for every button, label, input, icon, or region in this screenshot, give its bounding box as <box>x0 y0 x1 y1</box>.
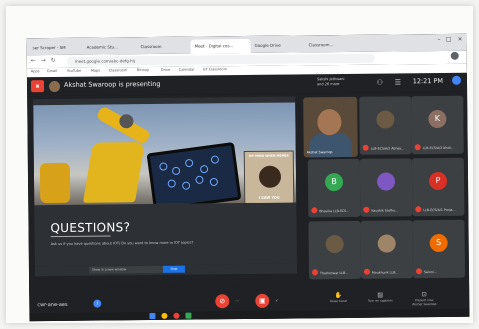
participant-tile[interactable]: K LLB-ECS/A/2 Kholi... <box>411 95 464 155</box>
url-input[interactable]: meet.google.com/abc-defg-hij <box>66 53 375 66</box>
participant-tile[interactable]: S Saloni... <box>412 219 466 279</box>
tile-name: Saloni... <box>423 270 437 275</box>
mic-off-icon <box>415 206 422 213</box>
slide-title: QUESTIONS? <box>50 220 131 236</box>
robot-icon <box>82 142 145 203</box>
tablet-icon <box>146 142 242 206</box>
avatar <box>376 172 396 191</box>
bookmark-item[interactable]: Calendar <box>179 68 195 72</box>
bookmark-item[interactable]: YouTube <box>67 69 81 73</box>
bookmark-item[interactable]: Classroom <box>109 68 127 72</box>
monitor-screen: ser Scraper - SM Academic Stu... Classro… <box>26 33 470 322</box>
participant-tile[interactable]: Kaushik Sadhu... <box>359 158 413 217</box>
folder-icon[interactable] <box>161 312 168 319</box>
chat-icon[interactable]: ☰ <box>395 78 401 86</box>
participant-tile[interactable]: B Bhavika LLB-ECS... <box>307 158 361 218</box>
chrome-icon[interactable] <box>173 312 180 319</box>
avatar <box>325 235 344 254</box>
photo-frame: ser Scraper - SM Academic Stu... Classro… <box>6 6 473 323</box>
browser-tab[interactable]: Google Drive <box>251 38 305 53</box>
back-icon[interactable]: ← <box>31 57 36 64</box>
presenting-icon: ▣ <box>30 80 45 93</box>
raise-hand-button[interactable]: ✋ Raise hand <box>323 292 353 303</box>
tile-name: LLB-ECS/A/1 Pooja... <box>423 207 456 213</box>
avatar <box>48 80 61 93</box>
account-icon[interactable] <box>451 75 462 85</box>
participant-summary: Sakshi Jethwani and 26 more <box>316 76 345 86</box>
tile-name: LLB-ECS/A/2 Kholi... <box>422 145 455 151</box>
slide-image: MY MIND WHEN MEMES I SAW YOU <box>33 102 297 206</box>
tile-name: Bhavika LLB-ECS... <box>319 208 350 214</box>
avatar: S <box>429 233 448 253</box>
mic-off-icon <box>362 144 369 151</box>
mic-off-button[interactable]: ⊘ <box>215 294 230 309</box>
people-icon[interactable]: ⚇ <box>377 79 383 87</box>
present-button[interactable]: ⊡ Present now Akshat Swaroop <box>409 291 439 306</box>
meeting-code: cwr-ane-aes <box>37 301 68 309</box>
tile-name: Moukhurik LLB... <box>371 270 399 275</box>
maximize-icon[interactable]: □ <box>446 36 452 43</box>
robot-joint-icon <box>119 114 134 129</box>
avatar <box>376 110 395 129</box>
more-options-icon[interactable]: ⋯ <box>235 298 239 303</box>
browser-tab[interactable]: Academic Stu... <box>83 40 137 55</box>
browser-tab[interactable]: ser Scraper - SM <box>29 41 83 56</box>
robot-icon <box>39 162 71 204</box>
bookmark-item[interactable]: Apps <box>31 69 40 73</box>
meme-caption-top: MY MIND WHEN MEMES <box>248 153 289 158</box>
hang-up-icon[interactable]: ✓ <box>275 298 278 303</box>
stop-presenting-button[interactable]: Stop <box>162 265 185 273</box>
browser-tab-active[interactable]: Meet - Digital cos... <box>190 38 251 54</box>
bookmark-item[interactable]: Bitmoji <box>137 68 149 72</box>
bookmark-item[interactable]: GT Classroom <box>203 67 227 71</box>
browser-tab[interactable]: Classroom... <box>305 38 359 53</box>
tile-name: Tharkeswar LLB... <box>319 270 349 276</box>
participant-grid: LLB-ECS/A/2 Abhay... K LLB-ECS/A/2 Kholi… <box>303 92 466 286</box>
face-icon <box>258 165 282 188</box>
browser-tab[interactable]: Classroom <box>137 40 191 55</box>
bookmark-item[interactable]: Maps <box>91 69 100 73</box>
presented-slide: MY MIND WHEN MEMES I SAW YOU QUESTIONS? … <box>33 96 297 267</box>
avatar: P <box>428 171 448 191</box>
participant-tile[interactable]: Tharkeswar LLB... <box>308 220 362 280</box>
participant-tile[interactable]: P LLB-ECS/A/1 Pooja... <box>411 157 465 217</box>
participant-tile[interactable]: LLB-ECS/A/2 Abhay... <box>359 96 412 155</box>
mic-off-icon <box>363 206 370 213</box>
info-icon[interactable]: i <box>93 299 102 308</box>
participant-tile[interactable]: Moukhurik LLB... <box>360 220 414 279</box>
meme-caption-bottom: I SAW YOU <box>258 195 280 200</box>
bookmark-item[interactable]: Drive <box>161 68 170 72</box>
reload-icon[interactable]: ↻ <box>51 57 56 64</box>
mic-off-icon <box>414 144 421 151</box>
avatar: K <box>428 109 447 129</box>
slide-subtitle: Ask us if you have questions about IOT/ … <box>50 240 194 247</box>
raise-hand-label: Raise hand <box>329 298 347 304</box>
start-icon[interactable] <box>149 312 156 320</box>
app-icon[interactable] <box>185 312 192 319</box>
tile-name: LLB-ECS/A/2 Abhay... <box>370 146 404 151</box>
mic-off-icon <box>311 207 318 214</box>
captions-label: Turn on captions <box>367 298 393 303</box>
minimize-icon[interactable]: – <box>438 36 441 43</box>
avatar: B <box>324 173 344 192</box>
tile-name: Kaushik Sadhu... <box>371 208 398 213</box>
presenting-label: Akshat Swaroop is presenting <box>63 79 161 89</box>
present-label: Present now Akshat Swaroop <box>412 298 437 307</box>
forward-icon[interactable]: → <box>41 57 46 64</box>
close-icon[interactable]: × <box>457 36 462 43</box>
avatar <box>377 234 396 253</box>
mic-off-icon <box>363 268 371 275</box>
mic-off-icon <box>415 268 423 275</box>
divider <box>50 235 111 238</box>
mic-off-icon <box>311 269 319 276</box>
new-window-button[interactable]: Show in a new window <box>88 265 164 274</box>
bookmark-item[interactable]: Gmail <box>47 69 57 73</box>
profile-icon[interactable] <box>450 51 459 60</box>
clock-time: 12:21 PM <box>412 76 444 86</box>
captions-button[interactable]: ▤ Turn on captions <box>365 291 395 303</box>
camera-off-button[interactable]: ▣ <box>255 293 270 308</box>
meme-image: MY MIND WHEN MEMES I SAW YOU <box>243 150 295 206</box>
